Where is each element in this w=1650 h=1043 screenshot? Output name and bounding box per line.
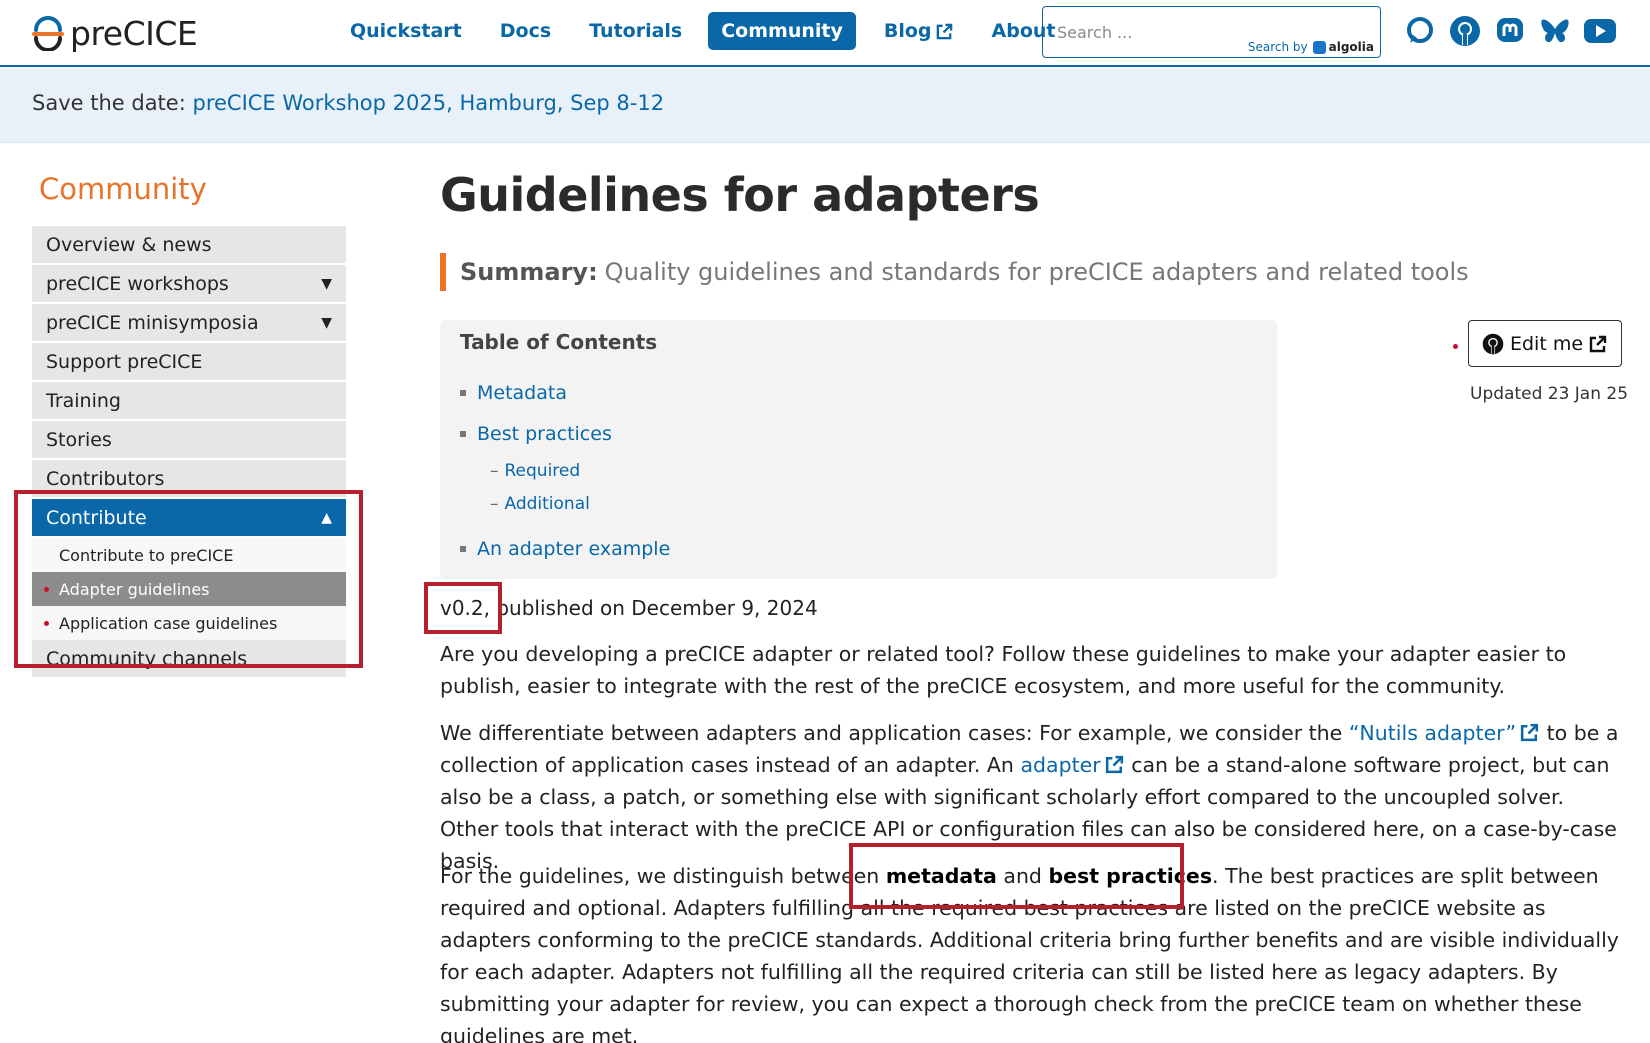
toc-subitem-additional[interactable]: – Additional xyxy=(460,487,670,520)
nav-tutorials[interactable]: Tutorials xyxy=(589,20,682,42)
toc-title: Table of Contents xyxy=(460,330,658,354)
sidebar-item-workshops[interactable]: preCICE workshops ▼ xyxy=(32,265,346,304)
summary: Summary: Quality guidelines and standard… xyxy=(440,253,1469,291)
external-link-icon xyxy=(1105,755,1123,774)
youtube-icon[interactable] xyxy=(1583,14,1617,48)
toc-subitem-required[interactable]: – Required xyxy=(460,454,670,487)
toc-item-adapter-example[interactable]: An adapter example xyxy=(460,528,670,569)
logo-text: preCICE xyxy=(70,13,198,53)
metadata-term: metadata xyxy=(885,864,997,888)
toc-item-best-practices[interactable]: Best practices xyxy=(460,413,670,454)
algolia-label: algolia xyxy=(1328,40,1374,54)
chevron-down-icon: ▼ xyxy=(321,314,332,331)
banner-workshop-link[interactable]: preCICE Workshop 2025, Hamburg, Sep 8-12 xyxy=(192,91,664,115)
precice-logo-icon xyxy=(32,16,64,51)
updated-date: Updated 23 Jan 25 xyxy=(1470,384,1629,404)
bullet-icon xyxy=(44,587,49,592)
sidebar-item-contribute[interactable]: Contribute ▲ xyxy=(32,499,346,538)
page-title: Guidelines for adapters xyxy=(440,168,1040,222)
sidebar-item-stories[interactable]: Stories xyxy=(32,421,346,460)
external-link-icon xyxy=(1588,334,1608,354)
edit-me-button[interactable]: Edit me xyxy=(1468,320,1622,367)
algolia-icon xyxy=(1312,40,1326,54)
search-by-label: Search by xyxy=(1247,40,1308,54)
best-practices-term: best practices xyxy=(1048,864,1213,888)
sidebar-item-training[interactable]: Training xyxy=(32,382,346,421)
external-link-icon xyxy=(936,23,952,39)
logo[interactable]: preCICE xyxy=(30,13,198,53)
summary-text: Quality guidelines and standards for pre… xyxy=(604,258,1469,286)
edit-me-label: Edit me xyxy=(1509,332,1584,355)
sidebar-item-contributors[interactable]: Contributors xyxy=(32,460,346,499)
guidelines-paragraph: For the guidelines, we distinguish betwe… xyxy=(440,864,1619,1043)
sidebar: Overview & news preCICE workshops ▼ preCI… xyxy=(32,226,346,679)
sidebar-subitem-application-case-guidelines[interactable]: Application case guidelines xyxy=(32,606,346,640)
bullet-square-icon xyxy=(460,389,466,396)
bullet-icon xyxy=(44,621,49,626)
sidebar-item-support[interactable]: Support preCICE xyxy=(32,343,346,382)
search-box: Search by algolia xyxy=(1042,6,1381,58)
github-icon[interactable] xyxy=(1448,14,1482,48)
intro-paragraph: Are you developing a preCICE adapter or … xyxy=(440,642,1567,698)
adapter-link[interactable]: adapter xyxy=(1020,753,1124,777)
sidebar-item-community-channels[interactable]: Community channels xyxy=(32,640,346,679)
version-line: v0.2, published on December 9, 2024 xyxy=(440,596,818,620)
announcement-banner: Save the date: preCICE Workshop 2025, Ha… xyxy=(0,69,1650,143)
nav-quickstart[interactable]: Quickstart xyxy=(350,20,462,42)
banner-prefix: Save the date: xyxy=(32,91,186,115)
chevron-up-icon: ▲ xyxy=(321,509,332,526)
bullet-icon xyxy=(1453,344,1458,349)
github-icon xyxy=(1482,333,1504,355)
nav-docs[interactable]: Docs xyxy=(500,20,551,42)
main-nav: Quickstart Docs Tutorials Community Blog… xyxy=(350,12,1094,50)
discourse-icon[interactable] xyxy=(1403,14,1437,48)
toc-list: Metadata Best practices – Required – Addit… xyxy=(460,372,670,569)
mastodon-icon[interactable] xyxy=(1493,14,1527,48)
top-navbar: preCICE Quickstart Docs Tutorials Commun… xyxy=(0,0,1650,67)
nav-blog[interactable]: Blog xyxy=(884,20,954,42)
banner-text: Save the date: preCICE Workshop 2025, Ha… xyxy=(32,91,664,115)
external-link-icon xyxy=(1520,723,1539,742)
nutils-adapter-link[interactable]: “Nutils adapter” xyxy=(1349,721,1540,745)
bluesky-icon[interactable] xyxy=(1538,14,1572,48)
algolia-attribution[interactable]: Search by algolia xyxy=(1248,40,1374,54)
sidebar-title: Community xyxy=(39,172,207,206)
sidebar-subitem-adapter-guidelines[interactable]: Adapter guidelines xyxy=(32,572,346,606)
sidebar-item-minisymposia[interactable]: preCICE minisymposia ▼ xyxy=(32,304,346,343)
sidebar-item-overview[interactable]: Overview & news xyxy=(32,226,346,265)
differentiation-paragraph: We differentiate between adapters and ap… xyxy=(440,721,1619,873)
chevron-down-icon: ▼ xyxy=(321,275,332,292)
social-links xyxy=(1403,14,1628,48)
summary-label: Summary: xyxy=(460,258,598,286)
table-of-contents: Table of Contents Metadata Best practice… xyxy=(440,320,1277,579)
toc-item-metadata[interactable]: Metadata xyxy=(460,372,670,413)
nav-community[interactable]: Community xyxy=(708,12,856,50)
bullet-square-icon xyxy=(460,545,466,552)
bullet-square-icon xyxy=(460,430,466,437)
sidebar-subitem-contribute-to-precice[interactable]: Contribute to preCICE xyxy=(32,538,346,572)
